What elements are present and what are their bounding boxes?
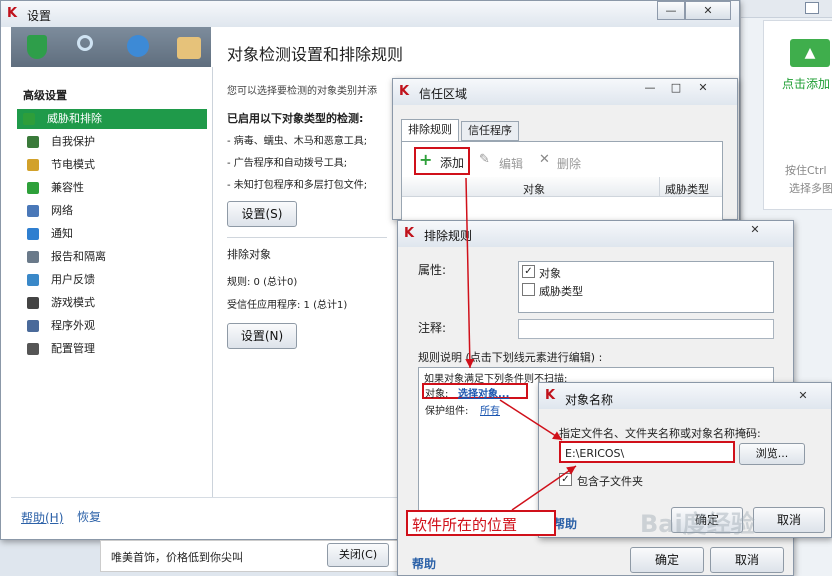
arrow-note-to-path (511, 465, 577, 511)
arrow-object-to-dialog (499, 399, 563, 441)
annotation-arrows (465, 177, 577, 511)
watermark: Bai度经验 (640, 510, 755, 538)
arrow-add-to-object (465, 177, 475, 369)
